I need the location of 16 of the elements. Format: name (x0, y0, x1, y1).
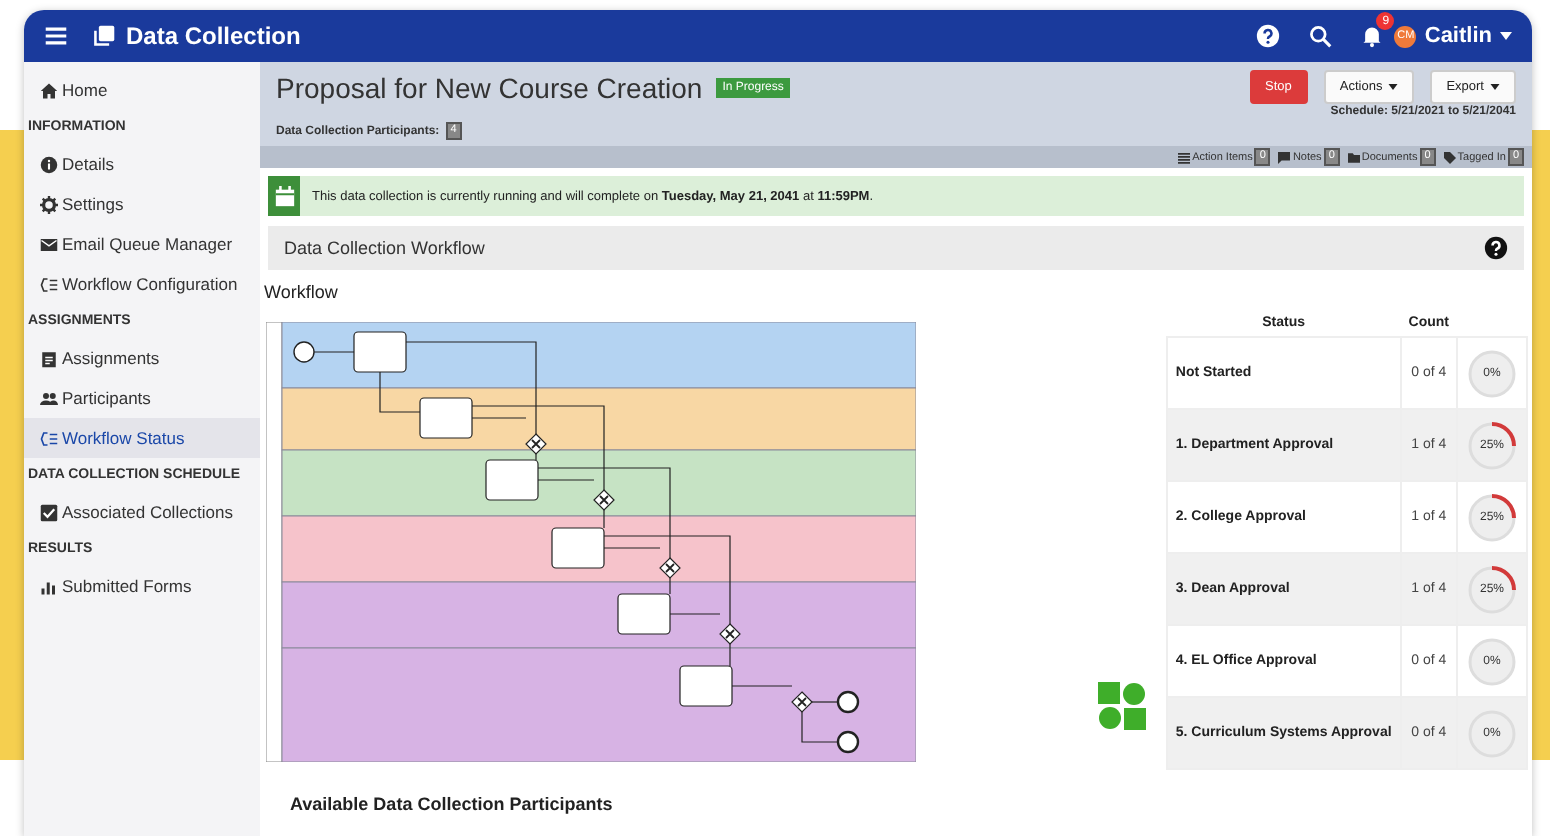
workflow-heading: Workflow (264, 282, 340, 302)
sidebar-item[interactable]: Participants (24, 378, 260, 418)
sidebar-item[interactable]: Workflow Configuration (24, 264, 260, 304)
sidebar-item[interactable]: Settings (24, 184, 260, 224)
sidebar-item[interactable]: Assignments (24, 338, 260, 378)
sidebar-item[interactable]: Associated Collections (24, 492, 260, 532)
participants-heading: Available Data Collection Participants (290, 794, 615, 814)
app-title: Data Collection (126, 22, 301, 50)
page-title: Proposal for New Course Creation (276, 71, 703, 103)
sidebar-item[interactable]: Details (24, 144, 260, 184)
sidebar-item[interactable]: Email Queue Manager (24, 224, 260, 264)
sidebar-item[interactable]: Workflow Status (24, 418, 260, 458)
section-title: Data Collection Workflow (284, 238, 485, 258)
sidebar-item[interactable]: Home (24, 70, 260, 110)
sidebar-item[interactable]: Submitted Forms (24, 566, 260, 606)
user-menu[interactable]: Caitlin (1424, 24, 1492, 48)
